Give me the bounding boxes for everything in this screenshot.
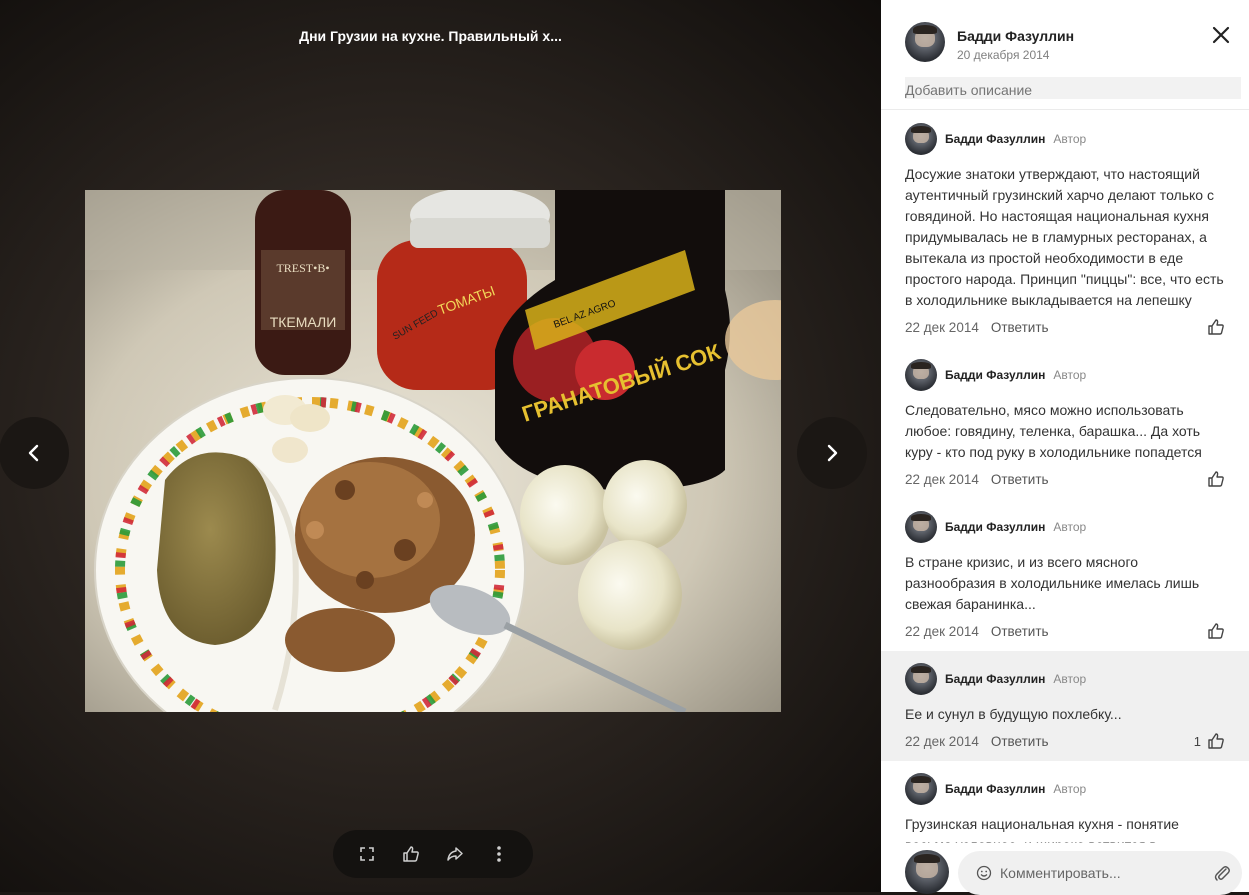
comment-placeholder: Комментировать...	[1000, 865, 1121, 881]
share-icon	[447, 847, 463, 861]
comment: Бадди Фазуллин Автор Ее и сунул в будущу…	[881, 651, 1249, 761]
reply-button[interactable]: Ответить	[991, 624, 1049, 639]
comment-likes	[1201, 318, 1225, 336]
chevron-right-icon	[827, 444, 838, 462]
photo-date: 20 декабря 2014	[957, 48, 1050, 62]
bottle-name: ТКЕМАЛИ	[270, 314, 337, 330]
comment: Бадди Фазуллин Автор В стране кризис, и …	[881, 499, 1249, 651]
like-photo-button[interactable]	[400, 843, 422, 865]
photo-toolbar	[333, 830, 533, 878]
comment-role: Автор	[1053, 672, 1087, 686]
comment: Бадди Фазуллин Автор Следовательно, мясо…	[881, 347, 1249, 499]
comment-role: Автор	[1053, 368, 1087, 382]
comment-likes: 1	[1194, 732, 1225, 750]
comment-compose: Комментировать...	[881, 843, 1249, 895]
reply-button[interactable]: Ответить	[991, 734, 1049, 749]
comment-text: Грузинская национальная кухня - понятие …	[905, 816, 1179, 843]
comment-text: В стране кризис, и из всего мясного разн…	[905, 554, 1200, 612]
comment-avatar[interactable]	[905, 773, 937, 805]
close-button[interactable]	[1210, 24, 1232, 46]
reply-button[interactable]: Ответить	[991, 320, 1049, 335]
comment: Бадди Фазуллин Автор Досужие знатоки утв…	[881, 111, 1249, 347]
author-name[interactable]: Бадди Фазуллин	[957, 28, 1074, 44]
author-avatar[interactable]	[905, 22, 945, 62]
like-icon[interactable]	[1207, 622, 1225, 640]
comment-date: 22 дек 2014	[905, 319, 979, 335]
like-count: 1	[1193, 733, 1201, 749]
comment-role: Автор	[1053, 132, 1087, 146]
comment-text: Досужие знатоки утверждают, что настоящи…	[905, 166, 1224, 308]
like-icon[interactable]	[1207, 732, 1225, 750]
comment-date: 22 дек 2014	[905, 733, 979, 749]
comment-date: 22 дек 2014	[905, 471, 979, 487]
comment-author[interactable]: Бадди Фазуллин	[945, 132, 1045, 146]
reply-button[interactable]: Ответить	[991, 472, 1049, 487]
comment-input[interactable]: Комментировать...	[958, 851, 1242, 895]
comment-role: Автор	[1053, 782, 1087, 796]
fullscreen-icon	[360, 847, 374, 861]
comment-text: Следовательно, мясо можно использовать л…	[905, 402, 1202, 460]
current-user-avatar	[905, 850, 949, 894]
comment-author[interactable]: Бадди Фазуллин	[945, 782, 1045, 796]
bottle-brand: TREST•B•	[276, 261, 329, 275]
comment-avatar[interactable]	[905, 359, 937, 391]
comment-author[interactable]: Бадди Фазуллин	[945, 672, 1045, 686]
description-field[interactable]	[905, 77, 1241, 99]
smile-icon[interactable]	[976, 865, 992, 881]
comment-avatar[interactable]	[905, 511, 937, 543]
previous-photo-button[interactable]	[0, 417, 69, 489]
album-title: Дни Грузии на кухне. Правильный х...	[299, 28, 562, 44]
paperclip-icon[interactable]	[1212, 863, 1232, 883]
like-icon[interactable]	[1207, 318, 1225, 336]
photo[interactable]: TREST•B• ТКЕМАЛИ ТОМАТЫ SUN FEED BEL AZ …	[85, 190, 781, 712]
comment: Бадди Фазуллин Автор Грузинская национал…	[881, 761, 1249, 843]
comment-role: Автор	[1053, 520, 1087, 534]
comment-likes	[1201, 622, 1225, 640]
panel-header: Бадди Фазуллин 20 декабря 2014	[881, 0, 1249, 110]
comment-date: 22 дек 2014	[905, 623, 979, 639]
comment-text: Ее и сунул в будущую похлебку...	[905, 706, 1122, 722]
comment-likes	[1201, 470, 1225, 488]
chevron-left-icon	[28, 444, 39, 462]
comment-author[interactable]: Бадди Фазуллин	[945, 368, 1045, 382]
photo-details-panel: Бадди Фазуллин 20 декабря 2014 Бадди Фаз…	[881, 0, 1249, 895]
photo-viewer: Дни Грузии на кухне. Правильный х... TRE…	[0, 0, 881, 892]
like-icon[interactable]	[1207, 470, 1225, 488]
more-options-button[interactable]	[488, 843, 510, 865]
next-photo-button[interactable]	[797, 417, 867, 489]
comments-list: Бадди Фазуллин Автор Досужие знатоки утв…	[881, 111, 1249, 843]
comment-avatar[interactable]	[905, 663, 937, 695]
comment-avatar[interactable]	[905, 123, 937, 155]
comment-author[interactable]: Бадди Фазуллин	[945, 520, 1045, 534]
more-icon	[497, 846, 501, 862]
close-icon	[1212, 26, 1230, 44]
like-icon	[403, 846, 419, 862]
fullscreen-button[interactable]	[356, 843, 378, 865]
share-photo-button[interactable]	[444, 843, 466, 865]
photo-image: TREST•B• ТКЕМАЛИ ТОМАТЫ SUN FEED BEL AZ …	[85, 190, 781, 712]
